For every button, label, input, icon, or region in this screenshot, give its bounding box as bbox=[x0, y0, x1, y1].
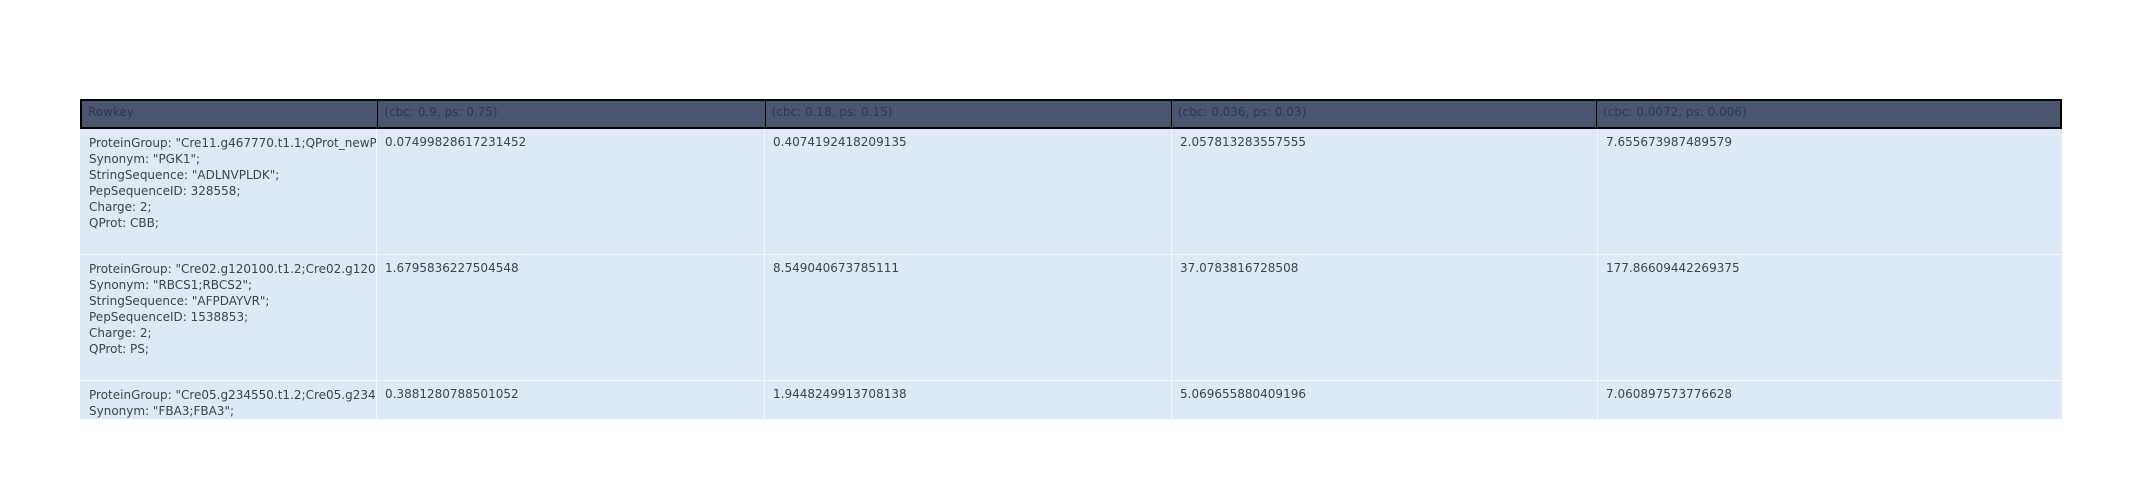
value-cell: 0.07499828617231452 bbox=[377, 129, 765, 254]
table-body-viewport[interactable]: ProteinGroup: "Cre11.g467770.t1.1;QProt_… bbox=[80, 129, 2062, 419]
table-row: ProteinGroup: "Cre11.g467770.t1.1;QProt_… bbox=[80, 129, 2062, 255]
data-table: Rowkey (cbc: 0.9, ps: 0.75) (cbc: 0.18, … bbox=[80, 99, 2062, 419]
value-cell: 7.655673987489579 bbox=[1606, 135, 1732, 149]
value-cell: 5.069655880409196 bbox=[1172, 381, 1598, 419]
row-key-cell: ProteinGroup: "Cre05.g234550.t1.2;Cre05.… bbox=[80, 381, 377, 419]
table-header: Rowkey (cbc: 0.9, ps: 0.75) (cbc: 0.18, … bbox=[80, 99, 2062, 129]
value-cell: 0.3881280788501052 bbox=[377, 381, 765, 419]
table-row: ProteinGroup: "Cre02.g120100.t1.2;Cre02.… bbox=[80, 255, 2062, 381]
value-cell: 37.0783816728508 bbox=[1172, 255, 1598, 380]
header-cell-col2[interactable]: (cbc: 0.18, ps: 0.15) bbox=[766, 101, 1172, 127]
table-row: ProteinGroup: "Cre05.g234550.t1.2;Cre05.… bbox=[80, 381, 2062, 419]
value-cell: 177.86609442269375 bbox=[1606, 261, 1740, 275]
header-cell-col1[interactable]: (cbc: 0.9, ps: 0.75) bbox=[378, 101, 766, 127]
value-cell: 2.057813283557555 bbox=[1172, 129, 1598, 254]
value-cell: 8.549040673785111 bbox=[765, 255, 1172, 380]
header-cell-col4[interactable]: (cbc: 0.0072, ps: 0.006) bbox=[1597, 101, 2060, 127]
row-key-cell: ProteinGroup: "Cre02.g120100.t1.2;Cre02.… bbox=[80, 255, 377, 380]
value-cell: 1.9448249913708138 bbox=[765, 381, 1172, 419]
value-cell: 1.6795836227504548 bbox=[377, 255, 765, 380]
value-cell: 0.4074192418209135 bbox=[765, 129, 1172, 254]
value-cell: 7.060897573776628 bbox=[1606, 387, 1732, 401]
header-cell-col3[interactable]: (cbc: 0.036, ps: 0.03) bbox=[1172, 101, 1597, 127]
header-cell-rowkey[interactable]: Rowkey bbox=[82, 101, 379, 127]
row-key-cell: ProteinGroup: "Cre11.g467770.t1.1;QProt_… bbox=[80, 129, 377, 254]
